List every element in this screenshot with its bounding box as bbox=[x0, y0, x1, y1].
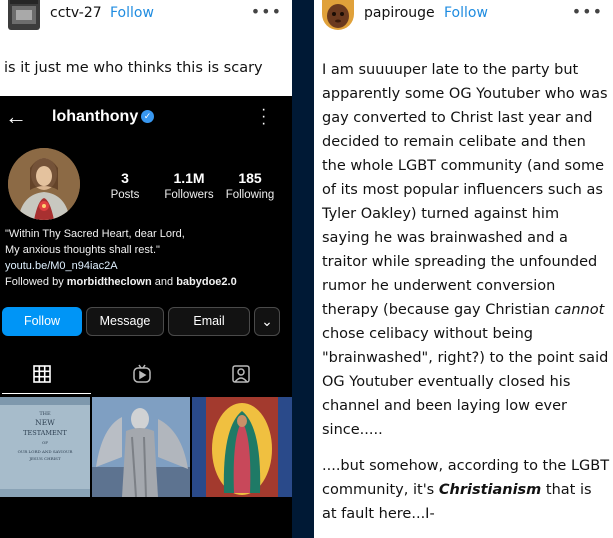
post-caption: is it just me who thinks this is scary bbox=[4, 60, 263, 76]
ig-stat-value: 1.1M bbox=[173, 170, 205, 186]
ig-stat-label: Following bbox=[225, 189, 275, 201]
ig-post-tile-virgin-mural[interactable] bbox=[192, 397, 292, 497]
post-right: papirouge Follow ••• I am suuuuper late … bbox=[314, 0, 613, 538]
ig-follow-button[interactable]: Follow bbox=[2, 307, 82, 336]
text-run: I am suuuuper late to the party but appa… bbox=[322, 62, 608, 318]
post-username[interactable]: papirouge bbox=[364, 5, 435, 21]
strong-emphasis-text: Christianism bbox=[438, 482, 542, 498]
ig-dropdown-button[interactable]: ⌄ bbox=[254, 307, 280, 336]
ig-stat-label: Posts bbox=[110, 189, 140, 201]
ig-message-button[interactable]: Message bbox=[86, 307, 164, 336]
ig-topbar: ← lohanthony ✓ · · · bbox=[0, 96, 292, 138]
ig-profile-handle: lohanthony bbox=[52, 108, 139, 125]
avatar[interactable] bbox=[8, 0, 40, 30]
bible-title-line: OUR LORD AND SAVIOUR bbox=[18, 449, 74, 454]
ig-stat-label: Followers bbox=[164, 189, 214, 201]
ig-stat-value: 3 bbox=[121, 170, 129, 186]
ig-stat-posts: 3 Posts bbox=[110, 170, 140, 201]
instagram-screenshot: ← lohanthony ✓ · · · 3 Posts 1.1M Follower bbox=[0, 96, 292, 538]
text-run: chose celibacy without being "brainwashe… bbox=[322, 326, 609, 438]
followed-and: and bbox=[151, 276, 177, 288]
bible-title-line: NEW bbox=[35, 418, 55, 427]
post-left: cctv-27 Follow ••• is it just me who thi… bbox=[0, 0, 292, 538]
bible-title-line: OF bbox=[42, 440, 48, 445]
ig-followed-by: Followed by morbidtheclown and babydoe2.… bbox=[5, 274, 237, 290]
follow-link[interactable]: Follow bbox=[444, 5, 488, 21]
ig-bio-line: "Within Thy Sacred Heart, dear Lord, bbox=[5, 228, 185, 240]
ig-bio-link[interactable]: youtu.be/M0_n94iac2A bbox=[5, 258, 237, 274]
follow-link[interactable]: Follow bbox=[110, 5, 154, 21]
post-paragraph: I am suuuuper late to the party but appa… bbox=[322, 58, 610, 442]
ig-post-tile-angel-statue[interactable] bbox=[92, 397, 190, 497]
bible-title-line: JESUS CHRIST bbox=[28, 456, 61, 461]
reels-icon[interactable] bbox=[132, 364, 152, 384]
bible-title-line: TESTAMENT bbox=[23, 429, 67, 437]
followed-user[interactable]: babydoe2.0 bbox=[176, 276, 237, 288]
ig-stat-following[interactable]: 185 Following bbox=[222, 170, 278, 201]
emphasis-text: cannot bbox=[554, 302, 605, 318]
more-options-icon[interactable]: ••• bbox=[251, 2, 282, 21]
post-paragraph: ....but somehow, according to the LGBT c… bbox=[322, 454, 610, 526]
followed-by-label: Followed by bbox=[5, 276, 67, 288]
grid-icon[interactable] bbox=[32, 364, 52, 384]
more-options-icon[interactable]: ••• bbox=[572, 2, 603, 21]
ig-bio: "Within Thy Sacred Heart, dear Lord, My … bbox=[5, 226, 237, 290]
post-header: cctv-27 Follow ••• bbox=[0, 0, 292, 30]
ig-post-tile-bible[interactable]: THE NEW TESTAMENT OF OUR LORD AND SAVIOU… bbox=[0, 397, 90, 497]
ig-profile-picture[interactable] bbox=[8, 148, 80, 220]
post-body: I am suuuuper late to the party but appa… bbox=[322, 58, 610, 538]
verified-badge-icon: ✓ bbox=[141, 110, 154, 123]
avatar[interactable] bbox=[322, 0, 354, 30]
back-arrow-icon[interactable]: ← bbox=[5, 104, 27, 130]
ig-active-tab-indicator bbox=[2, 393, 91, 394]
ig-stat-value: 185 bbox=[238, 170, 262, 186]
ig-email-button[interactable]: Email bbox=[168, 307, 250, 336]
ig-bio-line: My anxious thoughts shall rest." bbox=[5, 244, 160, 256]
kebab-menu-icon[interactable]: · · · bbox=[261, 102, 266, 132]
post-username[interactable]: cctv-27 bbox=[50, 5, 102, 21]
tagged-icon[interactable] bbox=[231, 364, 251, 384]
bible-title-line: THE bbox=[39, 411, 51, 417]
post-header: papirouge Follow ••• bbox=[314, 0, 613, 30]
ig-stat-followers[interactable]: 1.1M Followers bbox=[161, 170, 217, 201]
followed-user[interactable]: morbidtheclown bbox=[67, 276, 152, 288]
